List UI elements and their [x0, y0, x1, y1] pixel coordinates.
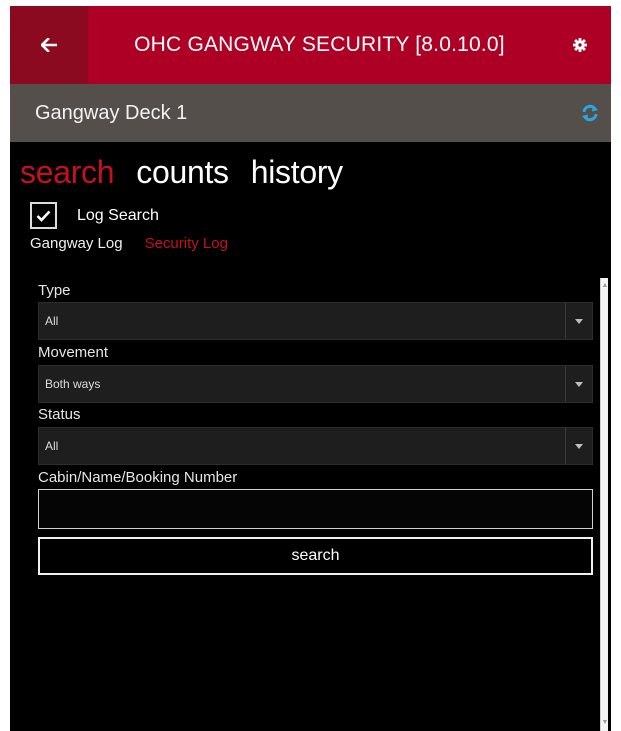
arrow-left-icon: [41, 38, 57, 52]
movement-select-value: Both ways: [45, 377, 101, 391]
location-bar: Gangway Deck 1: [10, 84, 611, 142]
status-label: Status: [38, 406, 81, 423]
title-bar: OHC GANGWAY SECURITY [8.0.10.0]: [10, 6, 611, 84]
chevron-down-icon: [565, 428, 592, 464]
tab-security-log[interactable]: Security Log: [145, 235, 228, 252]
log-search-label: Log Search: [77, 206, 159, 224]
tab-gangway-log[interactable]: Gangway Log: [30, 235, 123, 252]
type-label: Type: [38, 282, 71, 299]
form-scrollbar[interactable]: ▲ ▼: [600, 278, 608, 731]
tab-counts[interactable]: counts: [136, 150, 229, 196]
search-button[interactable]: search: [38, 537, 593, 575]
chevron-down-icon: [565, 366, 592, 402]
settings-button[interactable]: [555, 6, 605, 84]
type-select[interactable]: All: [38, 302, 593, 340]
log-type-tabs: Gangway Log Security Log: [30, 235, 228, 252]
log-search-toggle[interactable]: Log Search: [30, 202, 159, 229]
status-select[interactable]: All: [38, 427, 593, 465]
log-search-checkbox[interactable]: [30, 202, 57, 229]
pivot-tabs: search counts history: [20, 150, 343, 196]
scroll-up-icon[interactable]: ▲: [601, 282, 609, 290]
gear-icon: [573, 38, 587, 52]
chevron-down-icon: [565, 303, 592, 339]
query-input[interactable]: [38, 489, 593, 529]
back-button[interactable]: [10, 6, 88, 84]
location-title: Gangway Deck 1: [35, 102, 188, 124]
tab-history[interactable]: history: [251, 150, 343, 196]
query-label: Cabin/Name/Booking Number: [38, 469, 238, 486]
refresh-icon: [582, 104, 598, 122]
tab-search[interactable]: search: [20, 150, 115, 196]
scroll-down-icon[interactable]: ▼: [601, 719, 609, 727]
checkmark-icon: [36, 210, 51, 222]
type-select-value: All: [45, 314, 59, 328]
movement-label: Movement: [38, 344, 109, 361]
app-title: OHC GANGWAY SECURITY [8.0.10.0]: [134, 33, 505, 56]
app-window: OHC GANGWAY SECURITY [8.0.10.0] Gangway …: [10, 6, 611, 731]
status-select-value: All: [45, 439, 59, 453]
search-form: Type All Movement Both ways Status All C…: [10, 278, 611, 731]
refresh-button[interactable]: [575, 98, 605, 128]
movement-select[interactable]: Both ways: [38, 365, 593, 403]
